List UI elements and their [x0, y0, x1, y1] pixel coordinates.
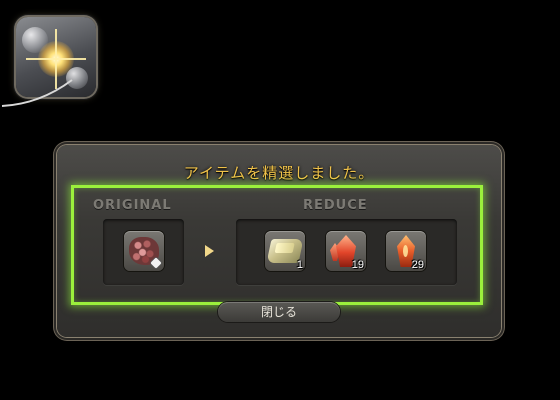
item-quantity: 29: [411, 259, 424, 271]
reduce-result-slot[interactable]: 1: [265, 231, 305, 271]
reduction-result-dialog: アイテムを精選しました。 ORIGINAL REDUCE 1 19 29 閉じる: [57, 145, 501, 337]
item-quantity: 1: [296, 259, 303, 271]
right-arrow-icon: [205, 245, 214, 257]
reduce-result-slot[interactable]: 29: [386, 231, 426, 271]
aetherial-reduction-action-icon[interactable]: [16, 17, 96, 97]
dialog-title: アイテムを精選しました。: [183, 164, 375, 182]
reduce-result-slot[interactable]: 19: [326, 231, 366, 271]
game-screen: アイテムを精選しました。 ORIGINAL REDUCE 1 19 29 閉じる: [0, 0, 560, 400]
crystal-core-glow: [403, 245, 408, 257]
light-flare-icon: [26, 29, 86, 89]
reduce-section-label: REDUCE: [303, 198, 368, 213]
original-item-slot[interactable]: [124, 231, 164, 271]
close-button[interactable]: 閉じる: [218, 302, 340, 322]
original-section-label: ORIGINAL: [93, 198, 172, 213]
item-quantity: 19: [351, 259, 364, 271]
